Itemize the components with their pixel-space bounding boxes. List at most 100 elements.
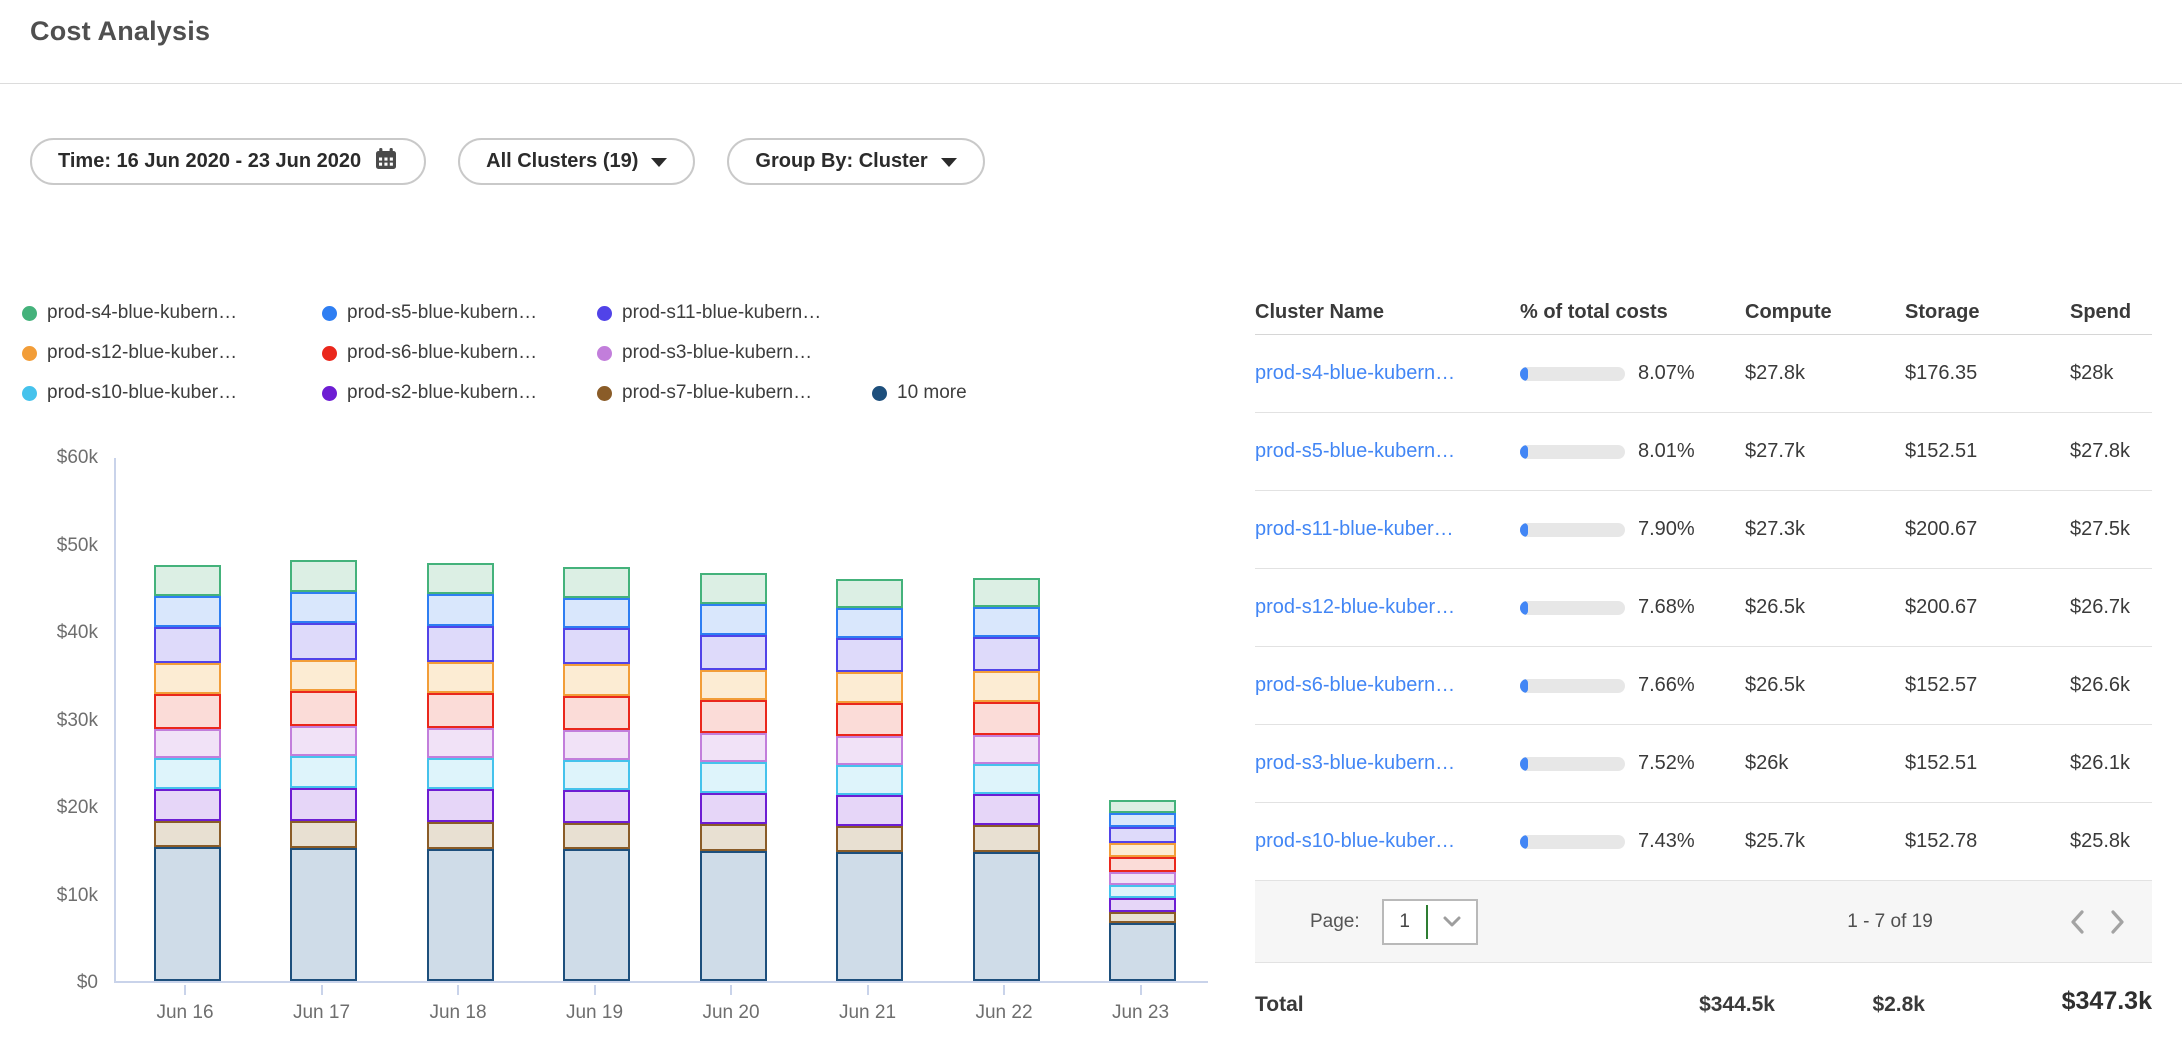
spend-value: $27.5k (2070, 518, 2152, 541)
legend-item[interactable]: prod-s11-blue-kubern… (597, 302, 872, 324)
y-axis-tick-label: $50k (0, 535, 98, 557)
storage-value: $152.51 (1905, 752, 2070, 775)
bar-segment (563, 696, 630, 730)
legend-item[interactable]: prod-s3-blue-kubern… (597, 342, 872, 364)
bar-segment (700, 733, 767, 762)
x-axis-tick-label: Jun 20 (661, 1002, 801, 1024)
pct-total-costs-cell: 7.68% (1520, 596, 1745, 619)
bar-segment (1109, 813, 1176, 827)
x-axis-tick (730, 985, 732, 995)
stacked-bar-jun-18 (427, 563, 494, 981)
bar-segment (836, 579, 903, 609)
legend-label: 10 more (897, 382, 967, 404)
legend-item[interactable]: prod-s5-blue-kubern… (322, 302, 597, 324)
y-axis-tick-label: $60k (0, 447, 98, 469)
bar-segment (973, 764, 1040, 794)
pct-value: 7.68% (1638, 596, 1695, 619)
bar-segment (700, 762, 767, 793)
bar-segment (154, 729, 221, 758)
bar-segment (563, 760, 630, 791)
pct-value: 8.01% (1638, 440, 1695, 463)
x-axis-tick (457, 985, 459, 995)
bar-segment (427, 789, 494, 822)
pct-progress-bar (1520, 601, 1625, 615)
legend-item[interactable]: prod-s10-blue-kuber… (22, 382, 322, 404)
legend-item[interactable]: prod-s12-blue-kuber… (22, 342, 322, 364)
cost-analysis-page: Cost Analysis Time: 16 Jun 2020 - 23 Jun… (0, 0, 2182, 1052)
col-header-spend: Spend (2070, 301, 2152, 324)
cluster-name-link[interactable]: prod-s6-blue-kubern… (1255, 674, 1520, 697)
bar-segment (1109, 800, 1176, 813)
legend-item[interactable]: prod-s2-blue-kubern… (322, 382, 597, 404)
cluster-name-link[interactable]: prod-s3-blue-kubern… (1255, 752, 1520, 775)
bar-segment (290, 623, 357, 660)
time-range-filter[interactable]: Time: 16 Jun 2020 - 23 Jun 2020 (30, 138, 426, 185)
table-header-row: Cluster Name % of total costs Compute St… (1255, 290, 2152, 335)
pct-total-costs-cell: 7.90% (1520, 518, 1745, 541)
pct-progress-fill (1520, 835, 1528, 849)
storage-value: $152.57 (1905, 674, 2070, 697)
bar-segment (1109, 872, 1176, 885)
pct-progress-bar (1520, 367, 1625, 381)
pct-progress-fill (1520, 445, 1528, 459)
bar-segment (563, 664, 630, 696)
cluster-name-link[interactable]: prod-s11-blue-kuber… (1255, 518, 1520, 541)
y-axis-tick-label: $40k (0, 622, 98, 644)
stacked-bar-jun-22 (973, 578, 1040, 981)
legend-color-dot (322, 346, 337, 361)
legend-label: prod-s3-blue-kubern… (622, 342, 812, 364)
x-axis-tick (1003, 985, 1005, 995)
prev-page-button[interactable] (2065, 907, 2091, 937)
bar-segment (427, 563, 494, 595)
cluster-name-link[interactable]: prod-s10-blue-kuber… (1255, 830, 1520, 853)
legend-item[interactable]: prod-s7-blue-kubern… (597, 382, 872, 404)
pct-value: 8.07% (1638, 362, 1695, 385)
page-number-select[interactable]: 1 (1382, 899, 1478, 945)
page-label: Page: (1310, 911, 1360, 933)
legend-item[interactable]: prod-s6-blue-kubern… (322, 342, 597, 364)
compute-value: $27.3k (1745, 518, 1905, 541)
legend-label: prod-s7-blue-kubern… (622, 382, 812, 404)
x-axis-tick-label: Jun 18 (388, 1002, 528, 1024)
bar-segment (154, 565, 221, 596)
table-row: prod-s12-blue-kuber…7.68%$26.5k$200.67$2… (1255, 569, 2152, 647)
pct-progress-bar (1520, 523, 1625, 537)
bar-segment (563, 628, 630, 664)
cluster-name-link[interactable]: prod-s4-blue-kubern… (1255, 362, 1520, 385)
total-storage: $2.8k (1872, 993, 1925, 1017)
page-number-value: 1 (1384, 911, 1426, 933)
legend-item[interactable]: prod-s4-blue-kubern… (22, 302, 322, 324)
time-range-label: Time: 16 Jun 2020 - 23 Jun 2020 (58, 150, 361, 173)
next-page-button[interactable] (2104, 907, 2130, 937)
spend-value: $25.8k (2070, 830, 2152, 853)
bar-segment (973, 825, 1040, 851)
pct-total-costs-cell: 8.01% (1520, 440, 1745, 463)
legend-item[interactable]: 10 more (872, 382, 1052, 404)
bar-segment (1109, 843, 1176, 857)
clusters-filter-dropdown[interactable]: All Clusters (19) (458, 138, 695, 185)
x-axis-tick (321, 985, 323, 995)
bar-segment (1109, 827, 1176, 843)
bar-segment (836, 795, 903, 827)
bar-segment (836, 638, 903, 672)
legend-color-dot (872, 386, 887, 401)
legend-color-dot (597, 346, 612, 361)
bar-segment (836, 672, 903, 703)
col-header-cluster-name: Cluster Name (1255, 301, 1520, 324)
spend-value: $26.7k (2070, 596, 2152, 619)
legend-color-dot (597, 306, 612, 321)
bar-segment (290, 560, 357, 592)
storage-value: $200.67 (1905, 518, 2070, 541)
bar-segment (973, 578, 1040, 608)
cluster-name-link[interactable]: prod-s5-blue-kubern… (1255, 440, 1520, 463)
chart-legend: prod-s4-blue-kubern…prod-s5-blue-kubern…… (22, 293, 1052, 413)
group-by-dropdown[interactable]: Group By: Cluster (727, 138, 984, 185)
bar-segment (563, 730, 630, 760)
caret-down-icon (941, 158, 957, 167)
cluster-name-link[interactable]: prod-s12-blue-kuber… (1255, 596, 1520, 619)
cost-table: Cluster Name % of total costs Compute St… (1255, 290, 2152, 1051)
legend-label: prod-s2-blue-kubern… (347, 382, 537, 404)
col-header-storage: Storage (1905, 301, 2070, 324)
bar-segment (836, 765, 903, 795)
bar-segment (700, 793, 767, 825)
